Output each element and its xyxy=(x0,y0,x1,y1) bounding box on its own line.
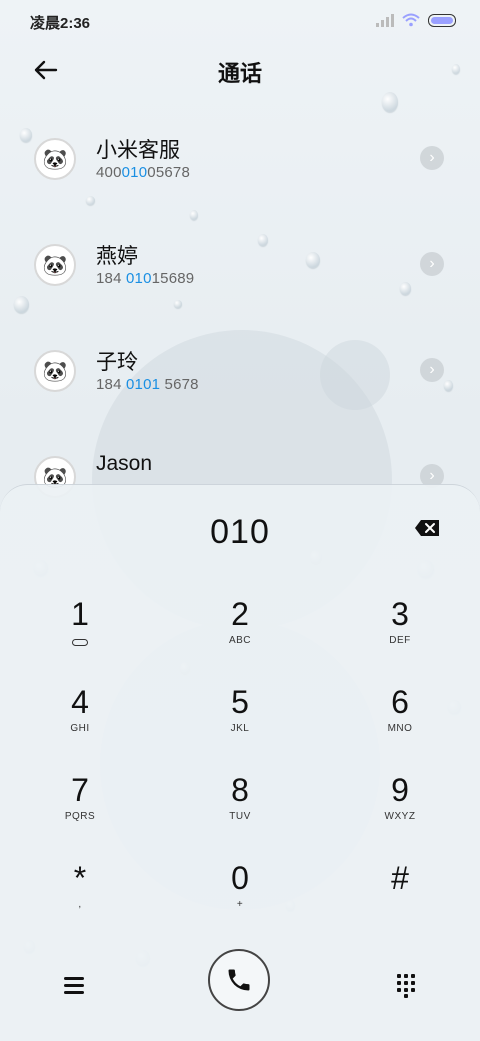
dial-key-4[interactable]: 4 GHI xyxy=(20,683,140,753)
dial-key-3[interactable]: 3 DEF xyxy=(340,595,460,665)
contact-number: 184 0101 5678 xyxy=(96,376,199,393)
contact-name: 燕婷 xyxy=(96,245,138,268)
wifi-icon xyxy=(402,13,420,27)
battery-icon xyxy=(428,13,456,27)
status-time: 凌晨2:36 xyxy=(30,15,91,32)
dial-key-7[interactable]: 7 PQRS xyxy=(20,771,140,841)
contact-name: Jason xyxy=(96,452,153,475)
chevron-right-icon[interactable]: › xyxy=(420,146,444,170)
dial-key-2[interactable]: 2 ABC xyxy=(180,595,300,665)
contact-number: 40001005678 xyxy=(96,164,190,181)
menu-icon[interactable] xyxy=(64,977,84,995)
dial-key-hash[interactable]: # xyxy=(340,859,460,929)
dialpad: 010 1 2 ABC 3 DEF 4 GHI 5 JKL 6 MNO 7 PQ… xyxy=(0,484,480,1041)
call-button[interactable] xyxy=(208,949,270,1011)
page-title: 通话 xyxy=(217,61,262,86)
backspace-icon[interactable] xyxy=(414,519,440,537)
list-item[interactable]: 🐼 燕婷 184 01015689 › xyxy=(0,226,480,318)
dial-key-9[interactable]: 9 WXYZ xyxy=(340,771,460,841)
voicemail-icon xyxy=(72,639,88,646)
contact-name: 小米客服 xyxy=(96,139,180,162)
status-bar: 凌晨2:36 xyxy=(0,0,480,40)
list-item[interactable]: 🐼 子玲 184 0101 5678 › xyxy=(0,332,480,424)
avatar: 🐼 xyxy=(34,244,76,286)
dial-key-0[interactable]: 0 + xyxy=(180,859,300,929)
dial-key-8[interactable]: 8 TUV xyxy=(180,771,300,841)
chevron-right-icon[interactable]: › xyxy=(420,252,444,276)
status-icons xyxy=(376,13,456,27)
avatar: 🐼 xyxy=(34,138,76,180)
avatar: 🐼 xyxy=(34,350,76,392)
header: 通话 xyxy=(0,52,480,88)
bottom-bar xyxy=(0,949,480,1041)
chevron-right-icon[interactable]: › xyxy=(420,358,444,382)
dialed-number: 010 xyxy=(210,513,270,551)
dial-key-star[interactable]: * , xyxy=(20,859,140,929)
signal-icon xyxy=(376,13,394,27)
contact-number: 184 01015689 xyxy=(96,270,195,287)
dial-key-1[interactable]: 1 xyxy=(20,595,140,665)
phone-icon xyxy=(228,969,250,991)
dialpad-icon[interactable] xyxy=(396,973,416,999)
contact-name: 子玲 xyxy=(96,351,138,374)
dial-key-5[interactable]: 5 JKL xyxy=(180,683,300,753)
dial-key-6[interactable]: 6 MNO xyxy=(340,683,460,753)
list-item[interactable]: 🐼 小米客服 40001005678 › xyxy=(0,120,480,212)
